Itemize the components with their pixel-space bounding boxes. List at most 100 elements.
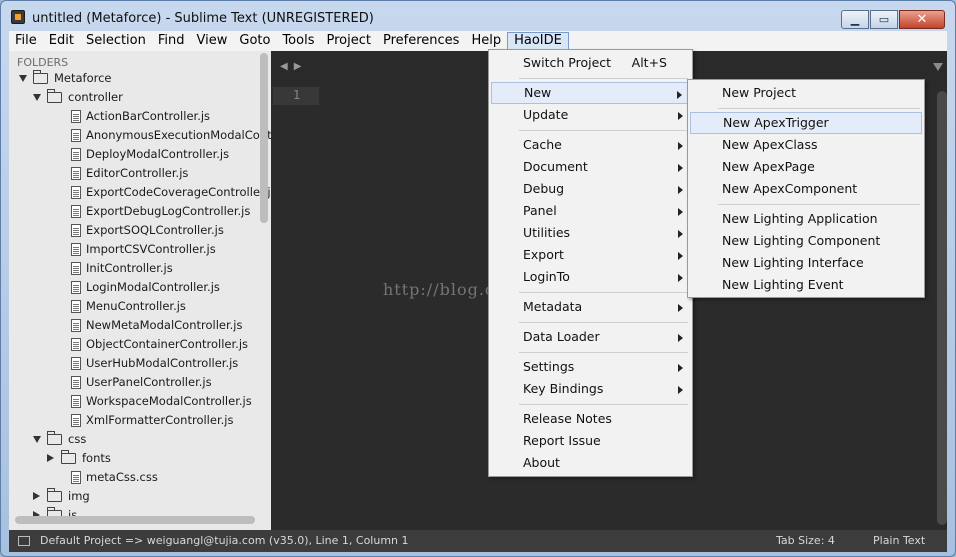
chevron-down-icon[interactable] bbox=[19, 75, 27, 82]
tree-file[interactable]: DeployModalController.js bbox=[9, 145, 259, 164]
tree-file[interactable]: AnonymousExecutionModalController.js bbox=[9, 126, 271, 145]
tree-item-label: ActionBarController.js bbox=[86, 109, 211, 123]
folder-icon bbox=[47, 488, 62, 502]
tree-file[interactable]: MenuController.js bbox=[9, 297, 259, 316]
menu-item-new-lighting-application[interactable]: New Lighting Application bbox=[690, 208, 922, 230]
sublime-app-icon bbox=[11, 10, 25, 24]
menu-item-panel[interactable]: Panel bbox=[491, 200, 689, 222]
menu-item-switch-project[interactable]: Switch Project Alt+S bbox=[491, 52, 689, 74]
tree-folder[interactable]: fonts bbox=[9, 449, 259, 468]
close-button[interactable]: ✕ bbox=[899, 10, 945, 29]
menu-haoide[interactable]: HaoIDE bbox=[507, 32, 569, 50]
tab-nav-arrows-icon[interactable]: ◀▶ bbox=[280, 61, 307, 72]
menu-goto[interactable]: Goto bbox=[233, 32, 276, 50]
menu-item-loginto[interactable]: LoginTo bbox=[491, 266, 689, 288]
menu-preferences[interactable]: Preferences bbox=[377, 32, 465, 50]
tree-file[interactable]: ImportCSVController.js bbox=[9, 240, 259, 259]
tree-file[interactable]: XmlFormatterController.js bbox=[9, 411, 259, 430]
menu-view[interactable]: View bbox=[191, 32, 234, 50]
menu-item-new-lighting-event[interactable]: New Lighting Event bbox=[690, 274, 922, 296]
file-icon bbox=[71, 243, 81, 256]
folders-header: FOLDERS bbox=[17, 56, 69, 69]
folder-icon bbox=[61, 450, 76, 464]
tree-file[interactable]: UserHubModalController.js bbox=[9, 354, 259, 373]
maximize-button[interactable]: ▭ bbox=[870, 10, 898, 29]
tree-item-label: DeployModalController.js bbox=[86, 147, 230, 161]
menu-separator bbox=[718, 108, 920, 109]
menu-item-new-project[interactable]: New Project bbox=[690, 82, 922, 104]
tree-file[interactable]: LoginModalController.js bbox=[9, 278, 259, 297]
menu-item-new-apexclass[interactable]: New ApexClass bbox=[690, 134, 922, 156]
tree-folder[interactable]: Metaforce bbox=[9, 69, 259, 88]
menu-tools[interactable]: Tools bbox=[276, 32, 320, 50]
menu-item-cache[interactable]: Cache bbox=[491, 134, 689, 156]
tree-file[interactable]: ActionBarController.js bbox=[9, 107, 259, 126]
menu-item-release-notes[interactable]: Release Notes bbox=[491, 408, 689, 430]
tree-file[interactable]: UserPanelController.js bbox=[9, 373, 259, 392]
tree-file[interactable]: metaCss.css bbox=[9, 468, 259, 487]
tree-file[interactable]: WorkspaceModalController.js bbox=[9, 392, 259, 411]
submenu-arrow-icon bbox=[678, 386, 683, 394]
file-icon bbox=[71, 319, 81, 332]
menu-item-update[interactable]: Update bbox=[491, 104, 689, 126]
menu-item-settings[interactable]: Settings bbox=[491, 356, 689, 378]
menu-item-new[interactable]: New bbox=[491, 82, 689, 104]
tree-item-label: WorkspaceModalController.js bbox=[86, 394, 252, 408]
menu-item-utilities[interactable]: Utilities bbox=[491, 222, 689, 244]
chevron-down-icon[interactable] bbox=[33, 94, 41, 101]
menu-selection[interactable]: Selection bbox=[80, 32, 152, 50]
menu-item-label: New Lighting Event bbox=[722, 277, 844, 292]
menu-item-label: Panel bbox=[523, 203, 557, 218]
menu-item-key-bindings[interactable]: Key Bindings bbox=[491, 378, 689, 400]
tree-file[interactable]: ObjectContainerController.js bbox=[9, 335, 259, 354]
chevron-down-icon[interactable] bbox=[33, 436, 41, 443]
tree-file[interactable]: ExportCodeCoverageController.js bbox=[9, 183, 271, 202]
menu-item-new-lighting-interface[interactable]: New Lighting Interface bbox=[690, 252, 922, 274]
menu-item-document[interactable]: Document bbox=[491, 156, 689, 178]
menu-file[interactable]: File bbox=[9, 32, 43, 50]
menu-item-new-lighting-component[interactable]: New Lighting Component bbox=[690, 230, 922, 252]
tree-file[interactable]: ExportSOQLController.js bbox=[9, 221, 259, 240]
chevron-right-icon[interactable] bbox=[47, 454, 54, 462]
menu-item-metadata[interactable]: Metadata bbox=[491, 296, 689, 318]
sidebar-horizontal-scrollbar[interactable] bbox=[15, 516, 255, 524]
tab-dropdown-icon[interactable] bbox=[933, 63, 943, 71]
tree-item-label: ExportCodeCoverageController.js bbox=[86, 185, 271, 199]
tree-item-label: EditorController.js bbox=[86, 166, 189, 180]
sidebar-vertical-scrollbar[interactable] bbox=[260, 53, 268, 223]
file-icon bbox=[71, 338, 81, 351]
tree-folder[interactable]: img bbox=[9, 487, 259, 506]
menu-item-new-apexcomponent[interactable]: New ApexComponent bbox=[690, 178, 922, 200]
menu-edit[interactable]: Edit bbox=[43, 32, 80, 50]
menu-item-debug[interactable]: Debug bbox=[491, 178, 689, 200]
submenu-arrow-icon bbox=[678, 164, 683, 172]
tree-file[interactable]: NewMetaModalController.js bbox=[9, 316, 259, 335]
tree-file[interactable]: InitController.js bbox=[9, 259, 259, 278]
menu-help[interactable]: Help bbox=[465, 32, 507, 50]
menu-project[interactable]: Project bbox=[320, 32, 376, 50]
menu-item-new-apexpage[interactable]: New ApexPage bbox=[690, 156, 922, 178]
tree-folder[interactable]: css bbox=[9, 430, 259, 449]
window-title: untitled (Metaforce) - Sublime Text (UNR… bbox=[32, 11, 374, 26]
menu-item-report-issue[interactable]: Report Issue bbox=[491, 430, 689, 452]
tree-item-label: ImportCSVController.js bbox=[86, 242, 216, 256]
menu-find[interactable]: Find bbox=[152, 32, 191, 50]
tree-file[interactable]: ExportDebugLogController.js bbox=[9, 202, 259, 221]
submenu-arrow-icon bbox=[678, 142, 683, 150]
minimize-button[interactable]: ▁ bbox=[841, 10, 869, 29]
syntax-indicator[interactable]: Plain Text bbox=[873, 534, 925, 547]
menu-item-label: Settings bbox=[523, 359, 575, 374]
menu-item-new-apextrigger[interactable]: New ApexTrigger bbox=[690, 112, 922, 134]
chevron-right-icon[interactable] bbox=[33, 492, 40, 500]
menu-item-label: New Project bbox=[722, 85, 797, 100]
panel-toggle-icon[interactable] bbox=[18, 536, 30, 546]
menu-item-about[interactable]: About bbox=[491, 452, 689, 474]
tree-file[interactable]: EditorController.js bbox=[9, 164, 259, 183]
tab-size-indicator[interactable]: Tab Size: 4 bbox=[776, 534, 835, 547]
tree-folder[interactable]: controller bbox=[9, 88, 259, 107]
tree-item-label: Metaforce bbox=[54, 71, 112, 85]
editor-vertical-scrollbar[interactable] bbox=[937, 91, 947, 525]
menu-item-export[interactable]: Export bbox=[491, 244, 689, 266]
menu-item-data-loader[interactable]: Data Loader bbox=[491, 326, 689, 348]
status-text: Default Project => weiguangl@tujia.com (… bbox=[40, 534, 409, 547]
